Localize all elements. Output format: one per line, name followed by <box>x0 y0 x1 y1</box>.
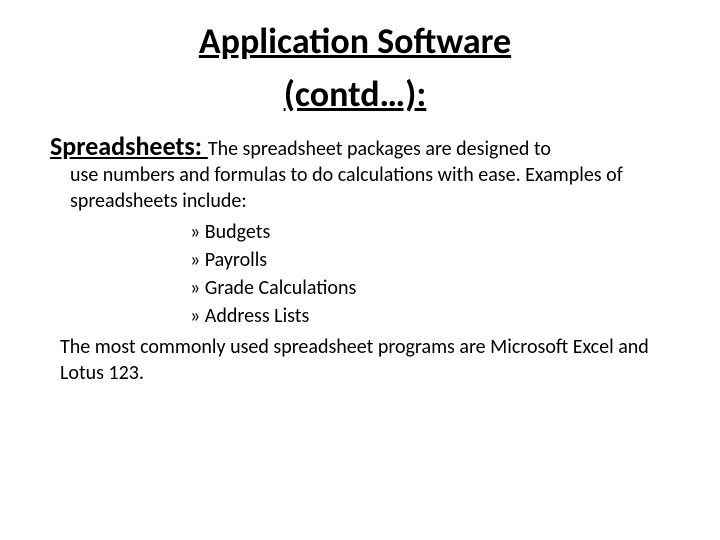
section-lead-row: Spreadsheets: The spreadsheet packages a… <box>50 130 660 162</box>
section-heading: Spreadsheets: <box>50 130 208 162</box>
slide-title: Application Software <box>50 20 660 63</box>
list-item: Budgets <box>190 218 660 246</box>
list-item: Payrolls <box>190 246 660 274</box>
list-item: Grade Calculations <box>190 274 660 302</box>
section-lead-text: The spreadsheet packages are designed to <box>208 137 551 161</box>
section-body: use numbers and formulas to do calculati… <box>70 162 660 214</box>
list-item: Address Lists <box>190 302 660 330</box>
slide-subtitle: (contd…): <box>50 73 660 116</box>
bullet-list: Budgets Payrolls Grade Calculations Addr… <box>190 218 660 330</box>
section-trailer: The most commonly used spreadsheet progr… <box>60 334 660 386</box>
